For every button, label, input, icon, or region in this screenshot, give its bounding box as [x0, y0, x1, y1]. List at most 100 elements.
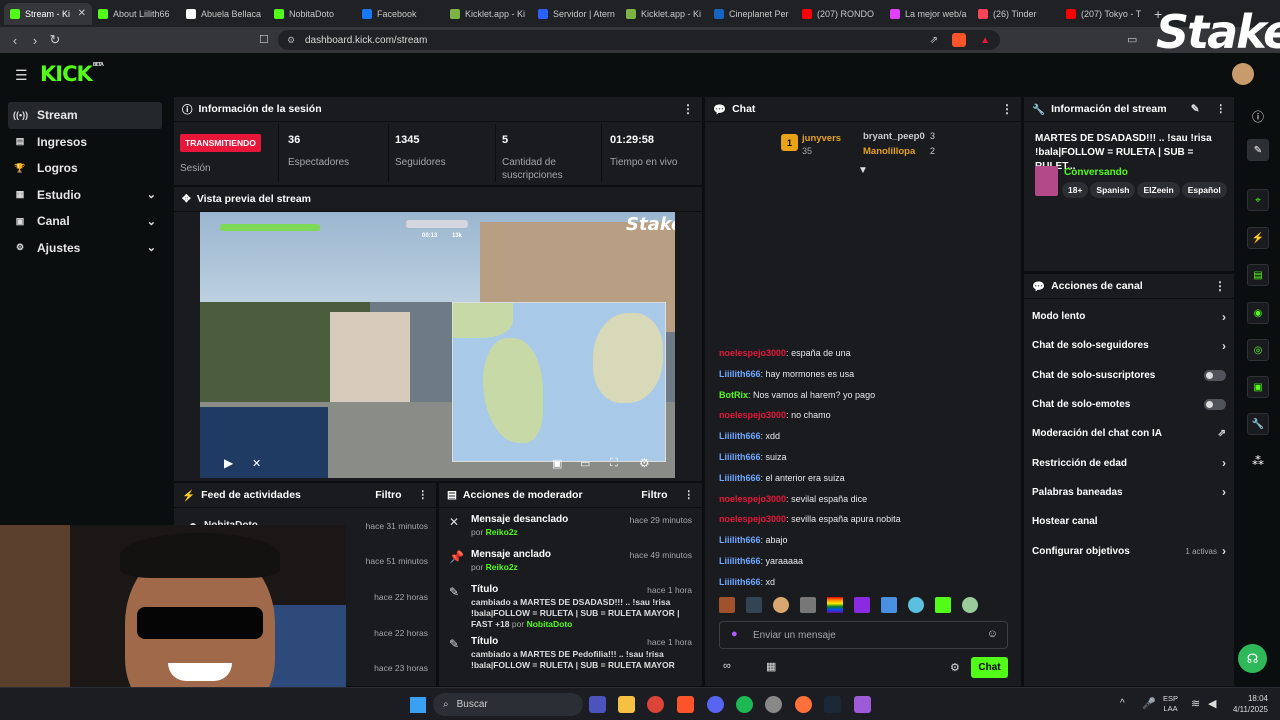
- browser-tab[interactable]: NobitaDoto: [268, 3, 356, 25]
- points-icon[interactable]: ∞: [723, 660, 731, 672]
- browser-tab[interactable]: Servidor | Atern: [532, 3, 620, 25]
- back-icon[interactable]: ‹: [5, 33, 25, 48]
- github-icon[interactable]: [765, 696, 782, 713]
- video-player[interactable]: 00:13 13k Stake ▶ ✕ ▣ ▭ ⛶ ⚙: [200, 212, 675, 478]
- info-icon[interactable]: ⓘ: [1252, 108, 1264, 125]
- moderator-item[interactable]: 📌 Mensaje anclado hace 49 minutos por Reiko…: [439, 543, 702, 578]
- rail-chat-icon[interactable]: ◉: [1247, 302, 1269, 324]
- emote-4-icon[interactable]: [800, 597, 816, 613]
- edit-layout-button[interactable]: ✎: [1247, 139, 1269, 161]
- chat-message[interactable]: Liiilith666: yaraaaaa: [719, 556, 803, 566]
- rail-list-icon[interactable]: ▣: [1247, 376, 1269, 398]
- fullscreen-icon[interactable]: ⛶: [610, 457, 618, 470]
- chat-username[interactable]: Liiilith666: [719, 431, 761, 441]
- leader-2-name[interactable]: bryant_peep0: [863, 131, 925, 142]
- browser-tab[interactable]: Abuela Bellaca: [180, 3, 268, 25]
- stream-tag[interactable]: ElZeein: [1137, 182, 1180, 198]
- chat-username[interactable]: Liiilith666: [719, 473, 761, 483]
- channel-action-item[interactable]: Chat de solo-suscriptores: [1024, 361, 1234, 390]
- chat-username[interactable]: noelespejo3000: [719, 410, 786, 420]
- spotify-icon[interactable]: [736, 696, 753, 713]
- rail-broadcast-icon[interactable]: ◎: [1247, 339, 1269, 361]
- emote-9-icon[interactable]: [935, 597, 951, 613]
- reload-icon[interactable]: ↻: [45, 32, 65, 48]
- settings-icon[interactable]: ⚙: [639, 456, 650, 470]
- wifi-icon[interactable]: ≋: [1191, 697, 1200, 710]
- chat-message[interactable]: BotRix: Nos vamos al harem? yo pago: [719, 390, 875, 400]
- chat-username[interactable]: Liiilith666: [719, 577, 761, 587]
- store-icon[interactable]: ▦: [766, 660, 776, 673]
- teams-icon[interactable]: [589, 696, 606, 713]
- stream-tag[interactable]: Español: [1181, 182, 1227, 198]
- emote-6-icon[interactable]: [854, 597, 870, 613]
- channel-action-item[interactable]: Configurar objetivos 1 activas ›: [1024, 536, 1234, 565]
- browser-tab[interactable]: Facebook: [356, 3, 444, 25]
- channel-action-item[interactable]: Restricción de edad ›: [1024, 448, 1234, 477]
- channel-action-item[interactable]: Palabras baneadas ›: [1024, 478, 1234, 507]
- more-options-icon[interactable]: ⋮: [418, 489, 429, 501]
- chat-input[interactable]: ● Enviar un mensaje ☺: [719, 621, 1008, 649]
- chat-username[interactable]: BotRix: [719, 390, 748, 400]
- moderator-item[interactable]: ✎ Título hace 1 hora cambiado a MARTES DE P…: [439, 630, 702, 671]
- rainbow-flag-icon[interactable]: [827, 597, 843, 613]
- channel-action-item[interactable]: Hostear canal: [1024, 507, 1234, 536]
- taskbar-search[interactable]: ⌕ Buscar: [433, 693, 583, 716]
- address-bar[interactable]: ⚙ dashboard.kick.com/stream ⇗ ▲: [278, 30, 1000, 50]
- chat-message[interactable]: noelespejo3000: sevilla españa apura nob…: [719, 514, 901, 524]
- sidebar-item-logros[interactable]: 🏆 Logros: [8, 155, 162, 182]
- chat-username[interactable]: noelespejo3000: [719, 514, 786, 524]
- chat-username[interactable]: noelespejo3000: [719, 348, 786, 358]
- kick-logo[interactable]: KICKBETA: [40, 62, 104, 86]
- app-icon[interactable]: [854, 696, 871, 713]
- moderator-filter-button[interactable]: Filtro: [641, 489, 667, 501]
- more-options-icon[interactable]: ⋮: [684, 489, 695, 501]
- play-icon[interactable]: ▶: [224, 456, 233, 470]
- brave-shield-icon[interactable]: [952, 33, 966, 47]
- sidebar-item-stream[interactable]: ((•)) Stream: [8, 102, 162, 129]
- discord-icon[interactable]: [707, 696, 724, 713]
- sidebar-item-canal[interactable]: ▣ Canal ⌄: [8, 208, 162, 235]
- chat-username[interactable]: noelespejo3000: [719, 494, 786, 504]
- moderator-name[interactable]: Reiko2z: [486, 562, 518, 572]
- channel-action-item[interactable]: Chat de solo-emotes: [1024, 390, 1234, 419]
- edit-icon[interactable]: ✎: [1191, 103, 1200, 115]
- chat-message[interactable]: Liiilith666: hay mormones es usa: [719, 369, 854, 379]
- browser-tab[interactable]: Kicklet.app - Ki: [444, 3, 532, 25]
- chat-username[interactable]: Liiilith666: [719, 535, 761, 545]
- stream-tag[interactable]: Spanish: [1090, 182, 1136, 198]
- toggle-switch[interactable]: [1204, 399, 1226, 411]
- tray-chevron-icon[interactable]: ^: [1120, 698, 1125, 709]
- more-options-icon[interactable]: ⋮: [1214, 279, 1226, 293]
- chat-message[interactable]: noelespejo3000: no chamo: [719, 410, 831, 420]
- steam-icon[interactable]: [824, 696, 841, 713]
- map-overlay[interactable]: [452, 302, 666, 462]
- browser-tab[interactable]: Cineplanet Per: [708, 3, 796, 25]
- bookmark-icon[interactable]: ☐: [259, 33, 269, 46]
- support-button[interactable]: ☊: [1238, 644, 1267, 673]
- windows-start-icon[interactable]: [410, 697, 426, 713]
- sidebar-item-ingresos[interactable]: ▤ Ingresos: [8, 129, 162, 156]
- chat-username[interactable]: Liiilith666: [719, 369, 761, 379]
- language-indicator[interactable]: ESP LAA: [1163, 694, 1178, 714]
- firefox-icon[interactable]: [795, 696, 812, 713]
- channel-action-item[interactable]: Chat de solo-seguidores ›: [1024, 331, 1234, 360]
- mic-tray-icon[interactable]: 🎤: [1142, 697, 1156, 710]
- browser-tab[interactable]: About Liilith66: [92, 3, 180, 25]
- feed-filter-button[interactable]: Filtro: [375, 489, 401, 501]
- browser-tab[interactable]: Stream - Ki ✕: [4, 2, 92, 25]
- chat-message[interactable]: Liiilith666: xd: [719, 577, 775, 587]
- explorer-icon[interactable]: [618, 696, 635, 713]
- clock[interactable]: 18:04 4/11/2025: [1228, 693, 1268, 715]
- browser-tab[interactable]: (207) RONDO: [796, 3, 884, 25]
- chat-message[interactable]: Liiilith666: abajo: [719, 535, 788, 545]
- emote-1-icon[interactable]: [719, 597, 735, 613]
- chat-message[interactable]: noelespejo3000: españa de una: [719, 348, 851, 358]
- leader-1-name[interactable]: junyvers: [802, 133, 841, 144]
- chat-send-button[interactable]: Chat: [971, 657, 1008, 678]
- sidebar-item-estudio[interactable]: ▦ Estudio ⌄: [8, 182, 162, 209]
- emoji-icon[interactable]: ☺: [987, 628, 998, 640]
- chat-settings-icon[interactable]: ⚙: [950, 661, 960, 674]
- volume-icon[interactable]: ◀: [1208, 697, 1216, 710]
- site-info-icon[interactable]: ⚙: [287, 35, 295, 46]
- sidebar-item-ajustes[interactable]: ⚙ Ajustes ⌄: [8, 235, 162, 262]
